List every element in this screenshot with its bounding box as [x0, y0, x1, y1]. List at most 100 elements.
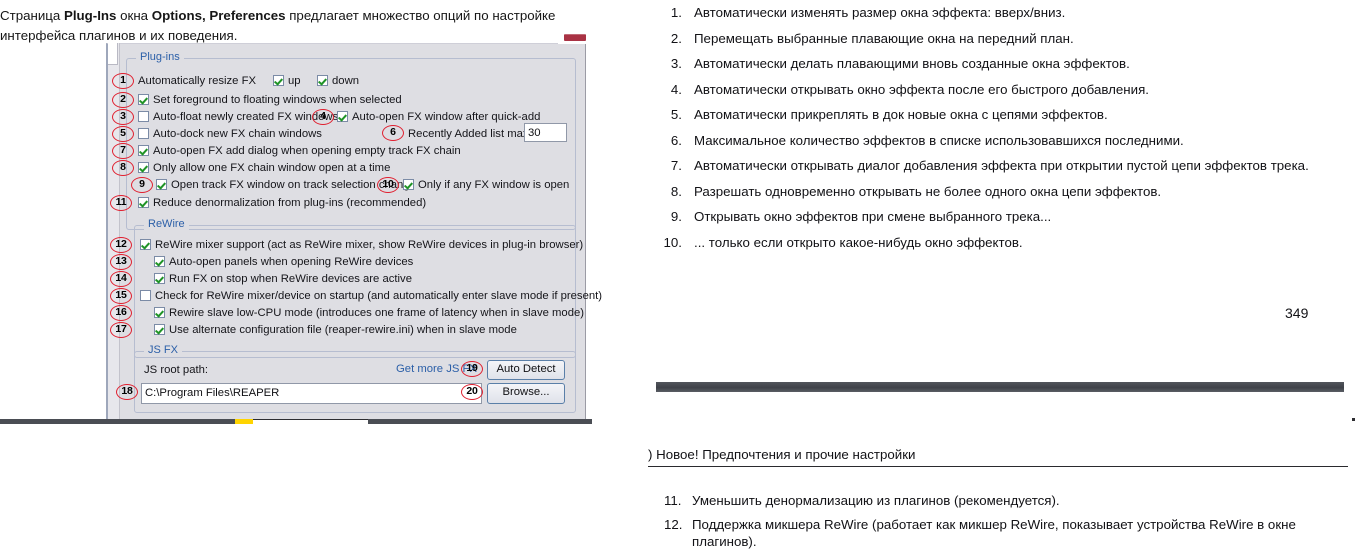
- list-item: 12. Поддержка микшера ReWire (работает к…: [664, 516, 1360, 550]
- callout-18: 18: [116, 384, 138, 400]
- plugins-group-legend: Plug-ins: [136, 51, 184, 63]
- row-automatically-resize-fx: Automatically resize FX: [138, 74, 256, 88]
- edge-marker: [1352, 418, 1355, 421]
- page-number: 349: [1285, 305, 1309, 321]
- list-item-text: Разрешать одновременно открывать не боле…: [694, 183, 1162, 199]
- checkbox-icon-3[interactable]: [138, 111, 149, 122]
- list-item: 1. Автоматически изменять размер окна эф…: [656, 4, 1356, 21]
- callout-13: 13: [110, 254, 132, 270]
- dialog-top-notch: [108, 43, 118, 65]
- page-root: Страница Plug-Ins окна Options, Preferen…: [0, 0, 1360, 556]
- checkbox-only-one-fx-chain[interactable]: Only allow one FX chain window open at a…: [138, 161, 390, 175]
- preferences-dialog-screenshot: Plug-ins 1 Automatically resize FX up do…: [106, 32, 602, 420]
- checkbox-icon-10[interactable]: [403, 179, 414, 190]
- checkbox-icon-8[interactable]: [138, 162, 149, 173]
- list-item-text: ... только если открыто какое-нибудь окн…: [694, 234, 1023, 250]
- list-item: 3. Автоматически делать плавающими вновь…: [656, 55, 1356, 72]
- callout-4: 4: [312, 109, 334, 125]
- callout-16: 16: [110, 305, 132, 321]
- label-js-root-path: JS root path:: [144, 363, 208, 377]
- checkbox-label-up: up: [288, 75, 301, 87]
- intro-lead: Страница: [0, 8, 64, 23]
- checkbox-use-alternate-config[interactable]: Use alternate configuration file (reaper…: [154, 323, 517, 337]
- checkbox-label-down: down: [332, 75, 360, 87]
- row-label-8: Only allow one FX chain window open at a…: [153, 162, 391, 174]
- checkbox-auto-open-panels-rewire[interactable]: Auto-open panels when opening ReWire dev…: [154, 255, 413, 269]
- callout-14: 14: [110, 271, 132, 287]
- checkbox-icon-up[interactable]: [273, 75, 284, 86]
- checkbox-open-track-fx-on-selection[interactable]: Open track FX window on track selection …: [156, 178, 410, 192]
- checkbox-icon-12[interactable]: [140, 239, 151, 250]
- checkbox-only-if-any-fx-open[interactable]: Only if any FX window is open: [403, 178, 569, 192]
- callout-6: 6: [382, 125, 404, 141]
- callout-2: 2: [112, 92, 134, 108]
- section-header-rule: [648, 466, 1348, 467]
- checkbox-icon-14[interactable]: [154, 273, 165, 284]
- checkbox-icon-13[interactable]: [154, 256, 165, 267]
- callout-9: 9: [131, 177, 153, 193]
- checkbox-reduce-denormalization[interactable]: Reduce denormalization from plug-ins (re…: [138, 196, 426, 210]
- row-label-7: Auto-open FX add dialog when opening emp…: [153, 145, 461, 157]
- checkbox-auto-open-after-quickadd[interactable]: Auto-open FX window after quick-add: [337, 110, 540, 124]
- row-label-12: ReWire mixer support (act as ReWire mixe…: [155, 239, 584, 251]
- list-item-number: 7.: [670, 158, 682, 173]
- row-label-6: Recently Added list max:: [408, 128, 532, 140]
- list-item-text: Уменьшить денормализацию из плагинов (ре…: [692, 493, 1060, 508]
- checkbox-icon-7[interactable]: [138, 145, 149, 156]
- list-item-number: 1.: [670, 5, 682, 20]
- list-item-number: 2.: [670, 30, 682, 46]
- callout-19: 19: [461, 361, 483, 377]
- list-item: 2. Перемещать выбранные плавающие окна н…: [656, 30, 1356, 47]
- list-item-number: 4.: [670, 81, 682, 97]
- bottom-strip-dark-left: [0, 419, 235, 424]
- checkbox-check-rewire-on-startup[interactable]: Check for ReWire mixer/device on startup…: [140, 289, 602, 303]
- recently-added-list-max-input[interactable]: 30: [524, 123, 567, 142]
- checkbox-resize-down[interactable]: down: [317, 74, 359, 88]
- row-label-4: Auto-open FX window after quick-add: [352, 111, 541, 123]
- auto-detect-button[interactable]: Auto Detect: [487, 360, 565, 380]
- checkbox-icon-5[interactable]: [138, 128, 149, 139]
- checkbox-icon-9[interactable]: [156, 179, 167, 190]
- callout-11: 11: [110, 195, 132, 211]
- callout-8: 8: [112, 160, 134, 176]
- checkbox-icon-17[interactable]: [154, 324, 165, 335]
- row-label-15: Check for ReWire mixer/device on startup…: [155, 290, 603, 302]
- checkbox-rewire-slave-lowcpu[interactable]: Rewire slave low-CPU mode (introduces on…: [154, 306, 584, 320]
- checkbox-auto-float-new-fx[interactable]: Auto-float newly created FX windows: [138, 110, 338, 124]
- checkbox-set-foreground-floating[interactable]: Set foreground to floating windows when …: [138, 93, 402, 107]
- list-item-number: 12.: [664, 517, 683, 532]
- row-label-9: Open track FX window on track selection …: [171, 179, 410, 191]
- list-item-text: Автоматически открывать окно эффекта пос…: [694, 81, 1149, 97]
- list-item: 6. Максимальное количество эффектов в сп…: [656, 132, 1356, 149]
- numbered-list-top: 1. Автоматически изменять размер окна эф…: [656, 4, 1356, 259]
- rewire-group-legend: ReWire: [144, 218, 189, 230]
- browse-button[interactable]: Browse...: [487, 383, 565, 404]
- bottom-strip-yellow: [235, 419, 253, 424]
- callout-12: 12: [110, 237, 132, 253]
- callout-5: 5: [112, 126, 134, 142]
- row-label-16: Rewire slave low-CPU mode (introduces on…: [169, 307, 585, 319]
- checkbox-icon-4[interactable]: [337, 111, 348, 122]
- list-item-text: Автоматически прикреплять в док новые ок…: [694, 107, 1108, 122]
- list-item-text: Поддержка микшера ReWire (работает как м…: [692, 517, 1296, 549]
- checkbox-icon-15[interactable]: [140, 290, 151, 301]
- row-label-5: Auto-dock new FX chain windows: [153, 128, 322, 140]
- callout-17: 17: [110, 322, 132, 338]
- checkbox-icon-down[interactable]: [317, 75, 328, 86]
- list-item-text: Перемещать выбранные плавающие окна на п…: [694, 30, 1074, 46]
- js-root-path-input[interactable]: C:\Program Files\REAPER: [141, 383, 482, 404]
- list-item: 4. Автоматически открывать окно эффекта …: [656, 81, 1356, 98]
- checkbox-icon-11[interactable]: [138, 197, 149, 208]
- checkbox-icon-16[interactable]: [154, 307, 165, 318]
- checkbox-auto-open-fx-add-dialog[interactable]: Auto-open FX add dialog when opening emp…: [138, 144, 461, 158]
- row-label-14: Run FX on stop when ReWire devices are a…: [169, 273, 412, 285]
- row-label-11: Reduce denormalization from plug-ins (re…: [153, 197, 427, 209]
- checkbox-icon-2[interactable]: [138, 94, 149, 105]
- checkbox-auto-dock-fx-chain[interactable]: Auto-dock new FX chain windows: [138, 127, 322, 141]
- decorative-dark-bar: [656, 382, 1344, 392]
- close-icon[interactable]: [564, 34, 586, 41]
- checkbox-run-fx-on-stop-rewire[interactable]: Run FX on stop when ReWire devices are a…: [154, 272, 412, 286]
- checkbox-rewire-mixer-support[interactable]: ReWire mixer support (act as ReWire mixe…: [140, 238, 583, 252]
- checkbox-resize-up[interactable]: up: [273, 74, 301, 88]
- callout-1: 1: [112, 73, 134, 89]
